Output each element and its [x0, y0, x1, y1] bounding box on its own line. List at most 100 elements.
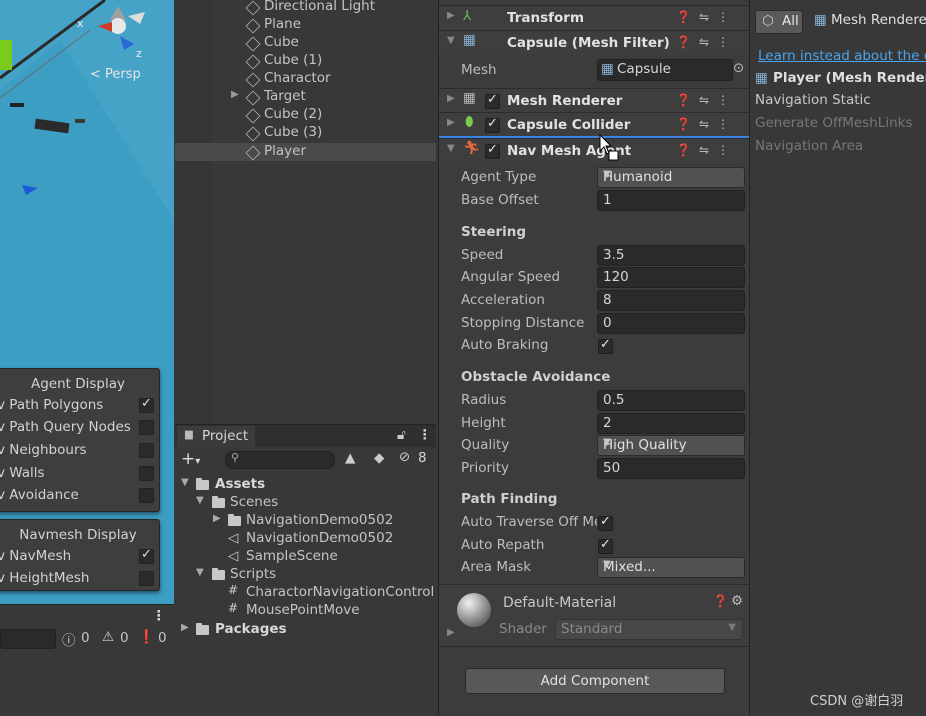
foldout-arrow-icon[interactable]: ▶: [447, 10, 455, 21]
component-name: Capsule Collider: [507, 117, 631, 133]
gear-icon[interactable]: ⚙: [731, 593, 743, 609]
stopping-distance-value: 0: [603, 315, 612, 331]
agent-display-row[interactable]: v Avoidance: [0, 485, 159, 507]
component-header-nav-mesh-agent[interactable]: ▼ 🏃︎ Nav Mesh Agent ❓⇋⋮: [439, 138, 749, 163]
expand-arrow-icon[interactable]: ▶: [181, 622, 189, 633]
component-enabled-checkbox[interactable]: [485, 142, 500, 159]
base-offset-field[interactable]: 1: [597, 190, 745, 211]
object-picker-icon[interactable]: ⊙: [733, 60, 744, 76]
console-search-input[interactable]: [0, 629, 56, 649]
expand-arrow-icon[interactable]: ▶: [213, 513, 221, 524]
component-actions[interactable]: ❓⇋⋮: [676, 35, 737, 49]
help-icon[interactable]: ❓: [713, 594, 728, 608]
navmesh-display-checkbox[interactable]: [139, 547, 154, 564]
lock-icon[interactable]: 🔓︎: [397, 427, 406, 443]
foldout-arrow-icon[interactable]: ▼: [447, 35, 455, 46]
project-tree-item[interactable]: # CharactorNavigationControl: [175, 583, 436, 602]
foldout-arrow-icon[interactable]: ▶: [447, 627, 455, 638]
auto-traverse-checkbox[interactable]: [598, 514, 613, 531]
auto-repath-checkbox[interactable]: [598, 537, 613, 554]
persp-label[interactable]: < Persp: [90, 67, 141, 82]
scene-view[interactable]: x z < Persp Agent Display v Path Polygon…: [0, 0, 174, 604]
project-tree-item[interactable]: ▶ NavigationDemo0502: [175, 512, 436, 530]
hierarchy-item[interactable]: Cube: [175, 34, 436, 52]
navmesh-display-checkbox[interactable]: [139, 571, 154, 586]
foldout-arrow-icon[interactable]: ▶: [447, 93, 455, 104]
component-enabled-checkbox[interactable]: [485, 116, 500, 133]
collapse-arrow-icon[interactable]: ▼: [196, 495, 204, 506]
component-header-capsule-collider[interactable]: ▶ ⬮ Capsule Collider ❓⇋⋮: [439, 112, 749, 137]
console-warning-toggle[interactable]: ⚠ 0: [100, 629, 132, 649]
agent-display-checkbox[interactable]: [139, 466, 154, 481]
component-enabled-checkbox[interactable]: [485, 92, 500, 109]
hierarchy-item[interactable]: ▶ Target: [175, 88, 436, 106]
expand-arrow-icon[interactable]: ▶: [231, 89, 239, 100]
create-button[interactable]: +▾: [181, 449, 200, 469]
project-tree-item[interactable]: # MousePointMove: [175, 601, 436, 620]
radius-field[interactable]: 0.5: [597, 390, 745, 411]
quality-dropdown[interactable]: High Quality ▼: [597, 435, 745, 456]
mesh-object-field[interactable]: ▦ Capsule: [597, 59, 733, 81]
hidden-packages-toggle[interactable]: ⊘ 8: [397, 449, 433, 469]
project-tree-item[interactable]: ▼ Scripts: [175, 566, 436, 584]
add-component-button[interactable]: Add Component: [465, 668, 725, 694]
stopping-distance-field[interactable]: 0: [597, 313, 745, 334]
agent-display-checkbox[interactable]: [139, 396, 154, 413]
component-actions[interactable]: ❓⇋⋮: [676, 117, 737, 131]
auto-braking-checkbox[interactable]: [598, 337, 613, 354]
hierarchy-item[interactable]: Charactor: [175, 70, 436, 88]
navmesh-display-row[interactable]: v NavMesh: [0, 546, 159, 568]
project-tree-item[interactable]: ◁ SampleScene: [175, 548, 436, 566]
angular-speed-field[interactable]: 120: [597, 267, 745, 288]
collapse-arrow-icon[interactable]: ▼: [196, 567, 204, 578]
console-error-toggle[interactable]: ❗ 0: [136, 629, 172, 649]
agent-display-checkbox[interactable]: [139, 443, 154, 458]
hierarchy-item-selected[interactable]: Player: [175, 143, 436, 161]
shader-dropdown[interactable]: Standard ▼: [555, 619, 743, 640]
agent-display-checkbox[interactable]: [139, 488, 154, 503]
speed-field[interactable]: 3.5: [597, 245, 745, 266]
agent-display-row[interactable]: v Path Polygons: [0, 395, 159, 417]
agent-type-dropdown[interactable]: Humanoid ▼: [597, 167, 745, 188]
agent-display-row[interactable]: v Path Query Nodes: [0, 417, 159, 439]
learn-more-link[interactable]: Learn instead about the co: [758, 48, 926, 64]
agent-display-panel: Agent Display v Path Polygons v Path Que…: [0, 368, 160, 512]
component-actions[interactable]: ❓⇋⋮: [676, 10, 737, 24]
agent-display-row[interactable]: v Neighbours: [0, 440, 159, 462]
hierarchy-item[interactable]: Plane: [175, 16, 436, 34]
foldout-arrow-icon[interactable]: ▶: [447, 117, 455, 128]
material-section[interactable]: ▶ Default-Material ❓ ⚙ Shader Standard ▼: [439, 584, 749, 647]
acceleration-field[interactable]: 8: [597, 290, 745, 311]
component-header-mesh-filter[interactable]: ▼ ▦ Capsule (Mesh Filter) ❓⇋⋮: [439, 30, 749, 55]
project-tree-item[interactable]: ▼ Assets: [175, 476, 436, 494]
foldout-arrow-icon[interactable]: ▼: [447, 143, 455, 154]
project-menu-icon[interactable]: ⋮: [418, 427, 432, 443]
component-actions[interactable]: ❓⇋⋮: [676, 143, 737, 157]
agent-display-row[interactable]: v Walls: [0, 463, 159, 485]
filter-all-button[interactable]: ⬡ All: [755, 10, 803, 34]
priority-field[interactable]: 50: [597, 458, 745, 479]
hierarchy-item[interactable]: Cube (1): [175, 52, 436, 70]
hierarchy-item[interactable]: Cube (2): [175, 106, 436, 124]
hierarchy-item[interactable]: Cube (3): [175, 124, 436, 142]
navmesh-display-row[interactable]: v HeightMesh: [0, 568, 159, 590]
height-field[interactable]: 2: [597, 413, 745, 434]
console-menu-icon[interactable]: ⋮: [152, 608, 166, 624]
component-header-mesh-renderer[interactable]: ▶ ▦ Mesh Renderer ❓⇋⋮: [439, 88, 749, 113]
area-mask-dropdown[interactable]: Mixed... ▼: [597, 557, 745, 578]
component-header-transform[interactable]: ▶ ⅄ Transform ❓⇋⋮: [439, 5, 749, 30]
filter-by-label-icon[interactable]: ◆: [374, 450, 384, 466]
project-tree-item[interactable]: ▶ Packages: [175, 621, 436, 639]
project-search-input[interactable]: ⚲: [225, 451, 335, 469]
project-tree-item[interactable]: ◁ NavigationDemo0502: [175, 530, 436, 548]
hierarchy-item[interactable]: Directional Light: [175, 0, 436, 16]
filter-mesh-renderers-button[interactable]: ▦ Mesh Renderer: [812, 10, 926, 32]
collapse-arrow-icon[interactable]: ▼: [181, 477, 189, 488]
tab-project[interactable]: ▆ Project: [177, 426, 255, 447]
navigation-static-label[interactable]: Navigation Static: [755, 92, 871, 108]
agent-display-checkbox[interactable]: [139, 420, 154, 435]
component-actions[interactable]: ❓⇋⋮: [676, 93, 737, 107]
filter-by-type-icon[interactable]: ▲: [345, 450, 355, 466]
project-tree-item[interactable]: ▼ Scenes: [175, 494, 436, 512]
console-info-toggle[interactable]: ⓘ 0: [60, 629, 96, 649]
